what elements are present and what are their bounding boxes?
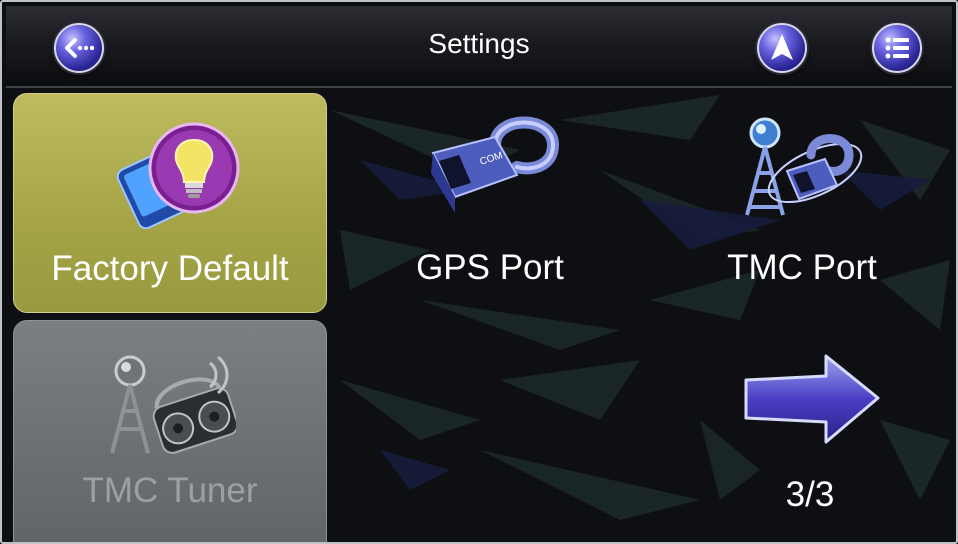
screen-frame <box>0 0 958 544</box>
